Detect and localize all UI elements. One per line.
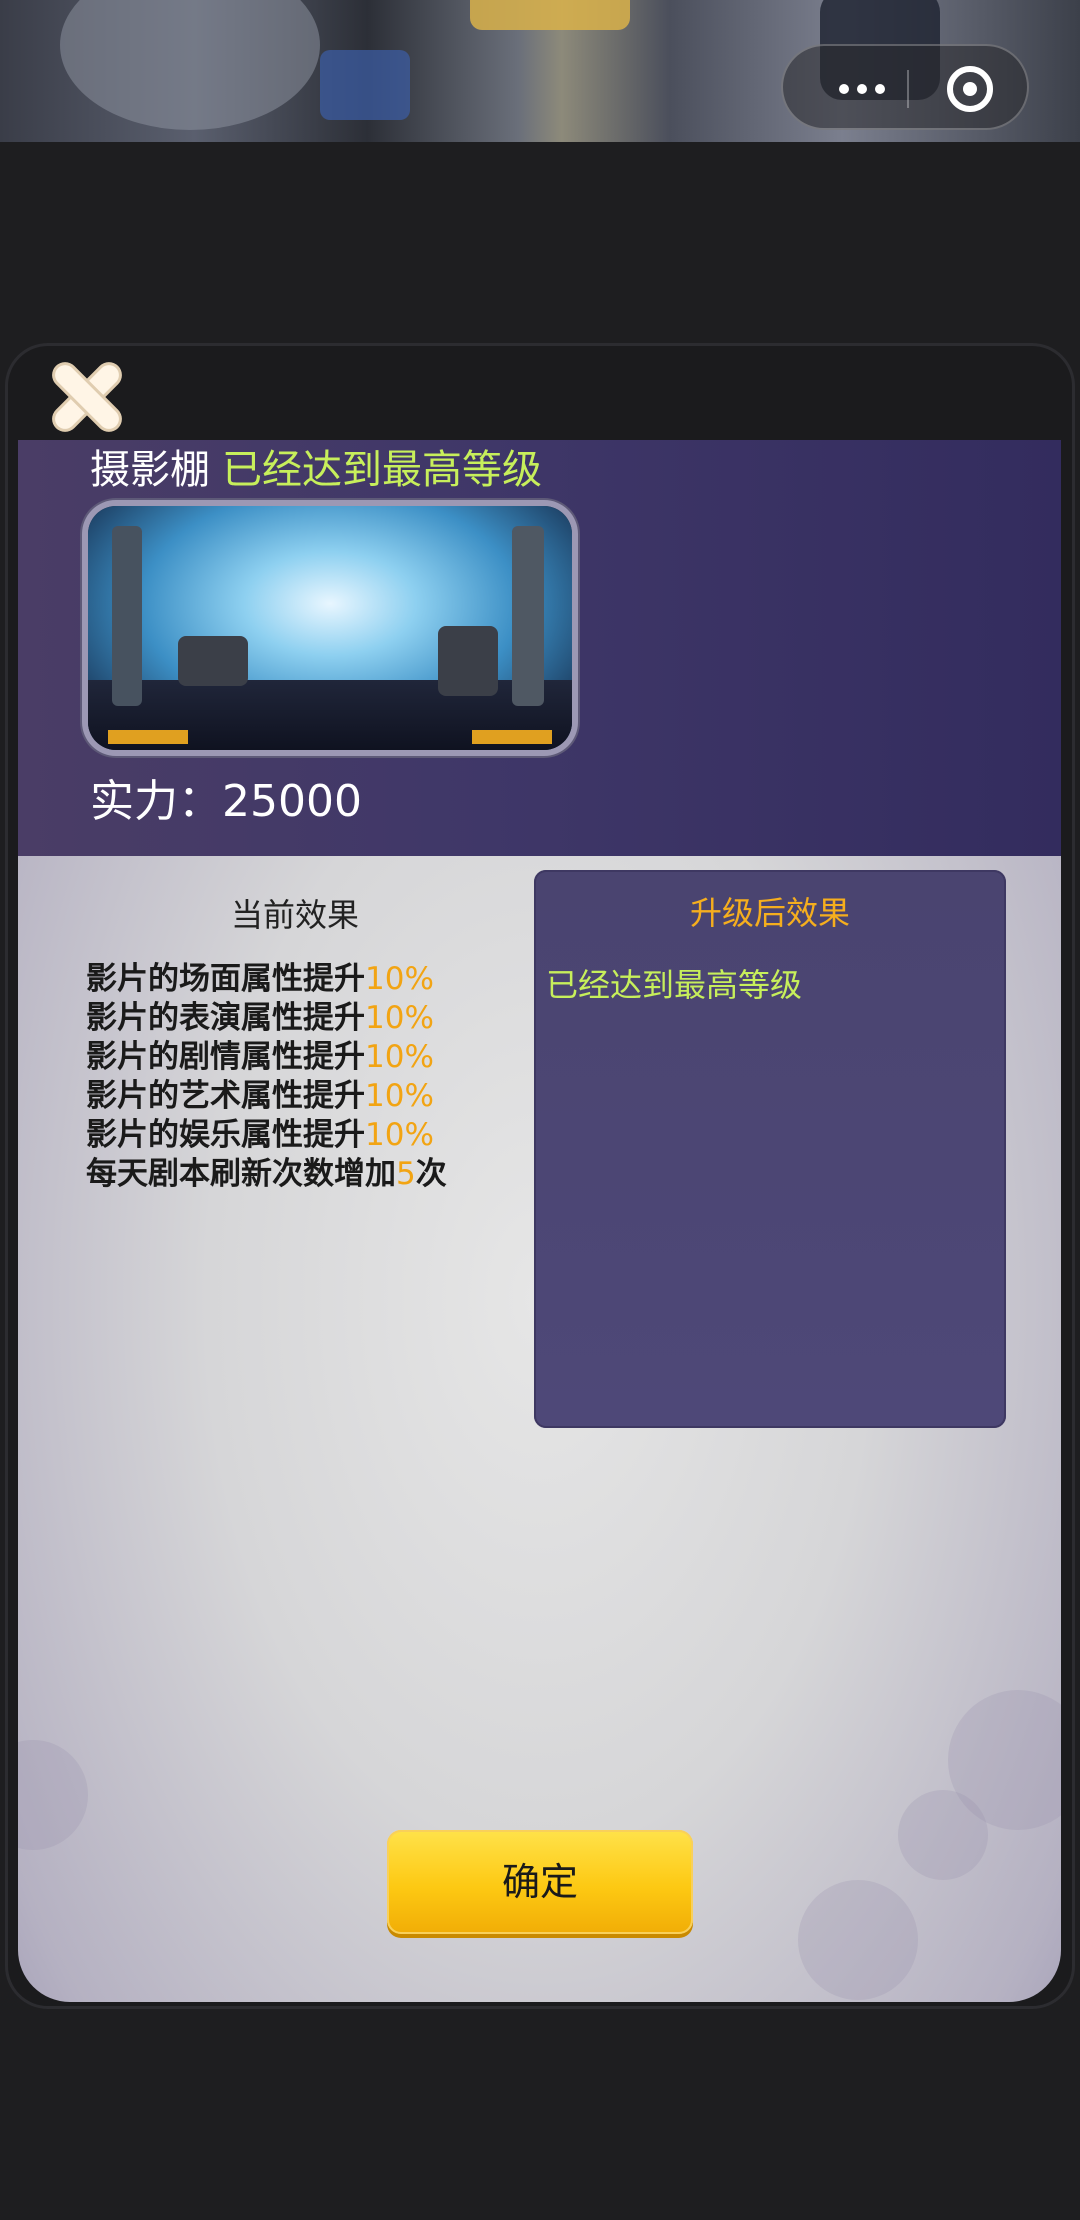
building-name: 摄影棚: [90, 447, 210, 493]
after-upgrade-status: 已经达到最高等级: [546, 966, 803, 1004]
capsule-divider: [907, 70, 909, 108]
power-value: 25000: [222, 776, 362, 827]
power-readout: 实力：25000: [90, 770, 362, 834]
miniprogram-capsule: [781, 44, 1029, 130]
current-effects-title: 当前效果: [230, 896, 359, 934]
power-label: 实力：: [90, 776, 222, 827]
after-upgrade-title: 升级后效果: [689, 894, 850, 932]
close-x-icon[interactable]: [48, 358, 126, 436]
after-upgrade-panel: 升级后效果 已经达到最高等级: [534, 870, 1006, 1428]
studio-image: [88, 506, 572, 750]
effect-row: 影片的剧情属性提升10%: [86, 1039, 434, 1075]
page-title: 摄影棚 已经达到最高等级: [90, 440, 542, 500]
more-dots-icon[interactable]: [827, 74, 897, 104]
effect-row: 影片的表演属性提升10%: [86, 1000, 434, 1036]
effect-row: 每天剧本刷新次数增加5次: [86, 1156, 447, 1192]
confirm-button[interactable]: 确定: [387, 1830, 693, 1934]
effect-row: 影片的娱乐属性提升10%: [86, 1117, 434, 1153]
max-level-status: 已经达到最高等级: [222, 447, 542, 493]
effect-row: 影片的艺术属性提升10%: [86, 1078, 434, 1114]
target-circle-icon[interactable]: [947, 66, 993, 112]
effect-row: 影片的场面属性提升10%: [86, 961, 434, 997]
current-effects-list: 影片的场面属性提升10% 影片的表演属性提升10% 影片的剧情属性提升10% 影…: [86, 960, 506, 1194]
